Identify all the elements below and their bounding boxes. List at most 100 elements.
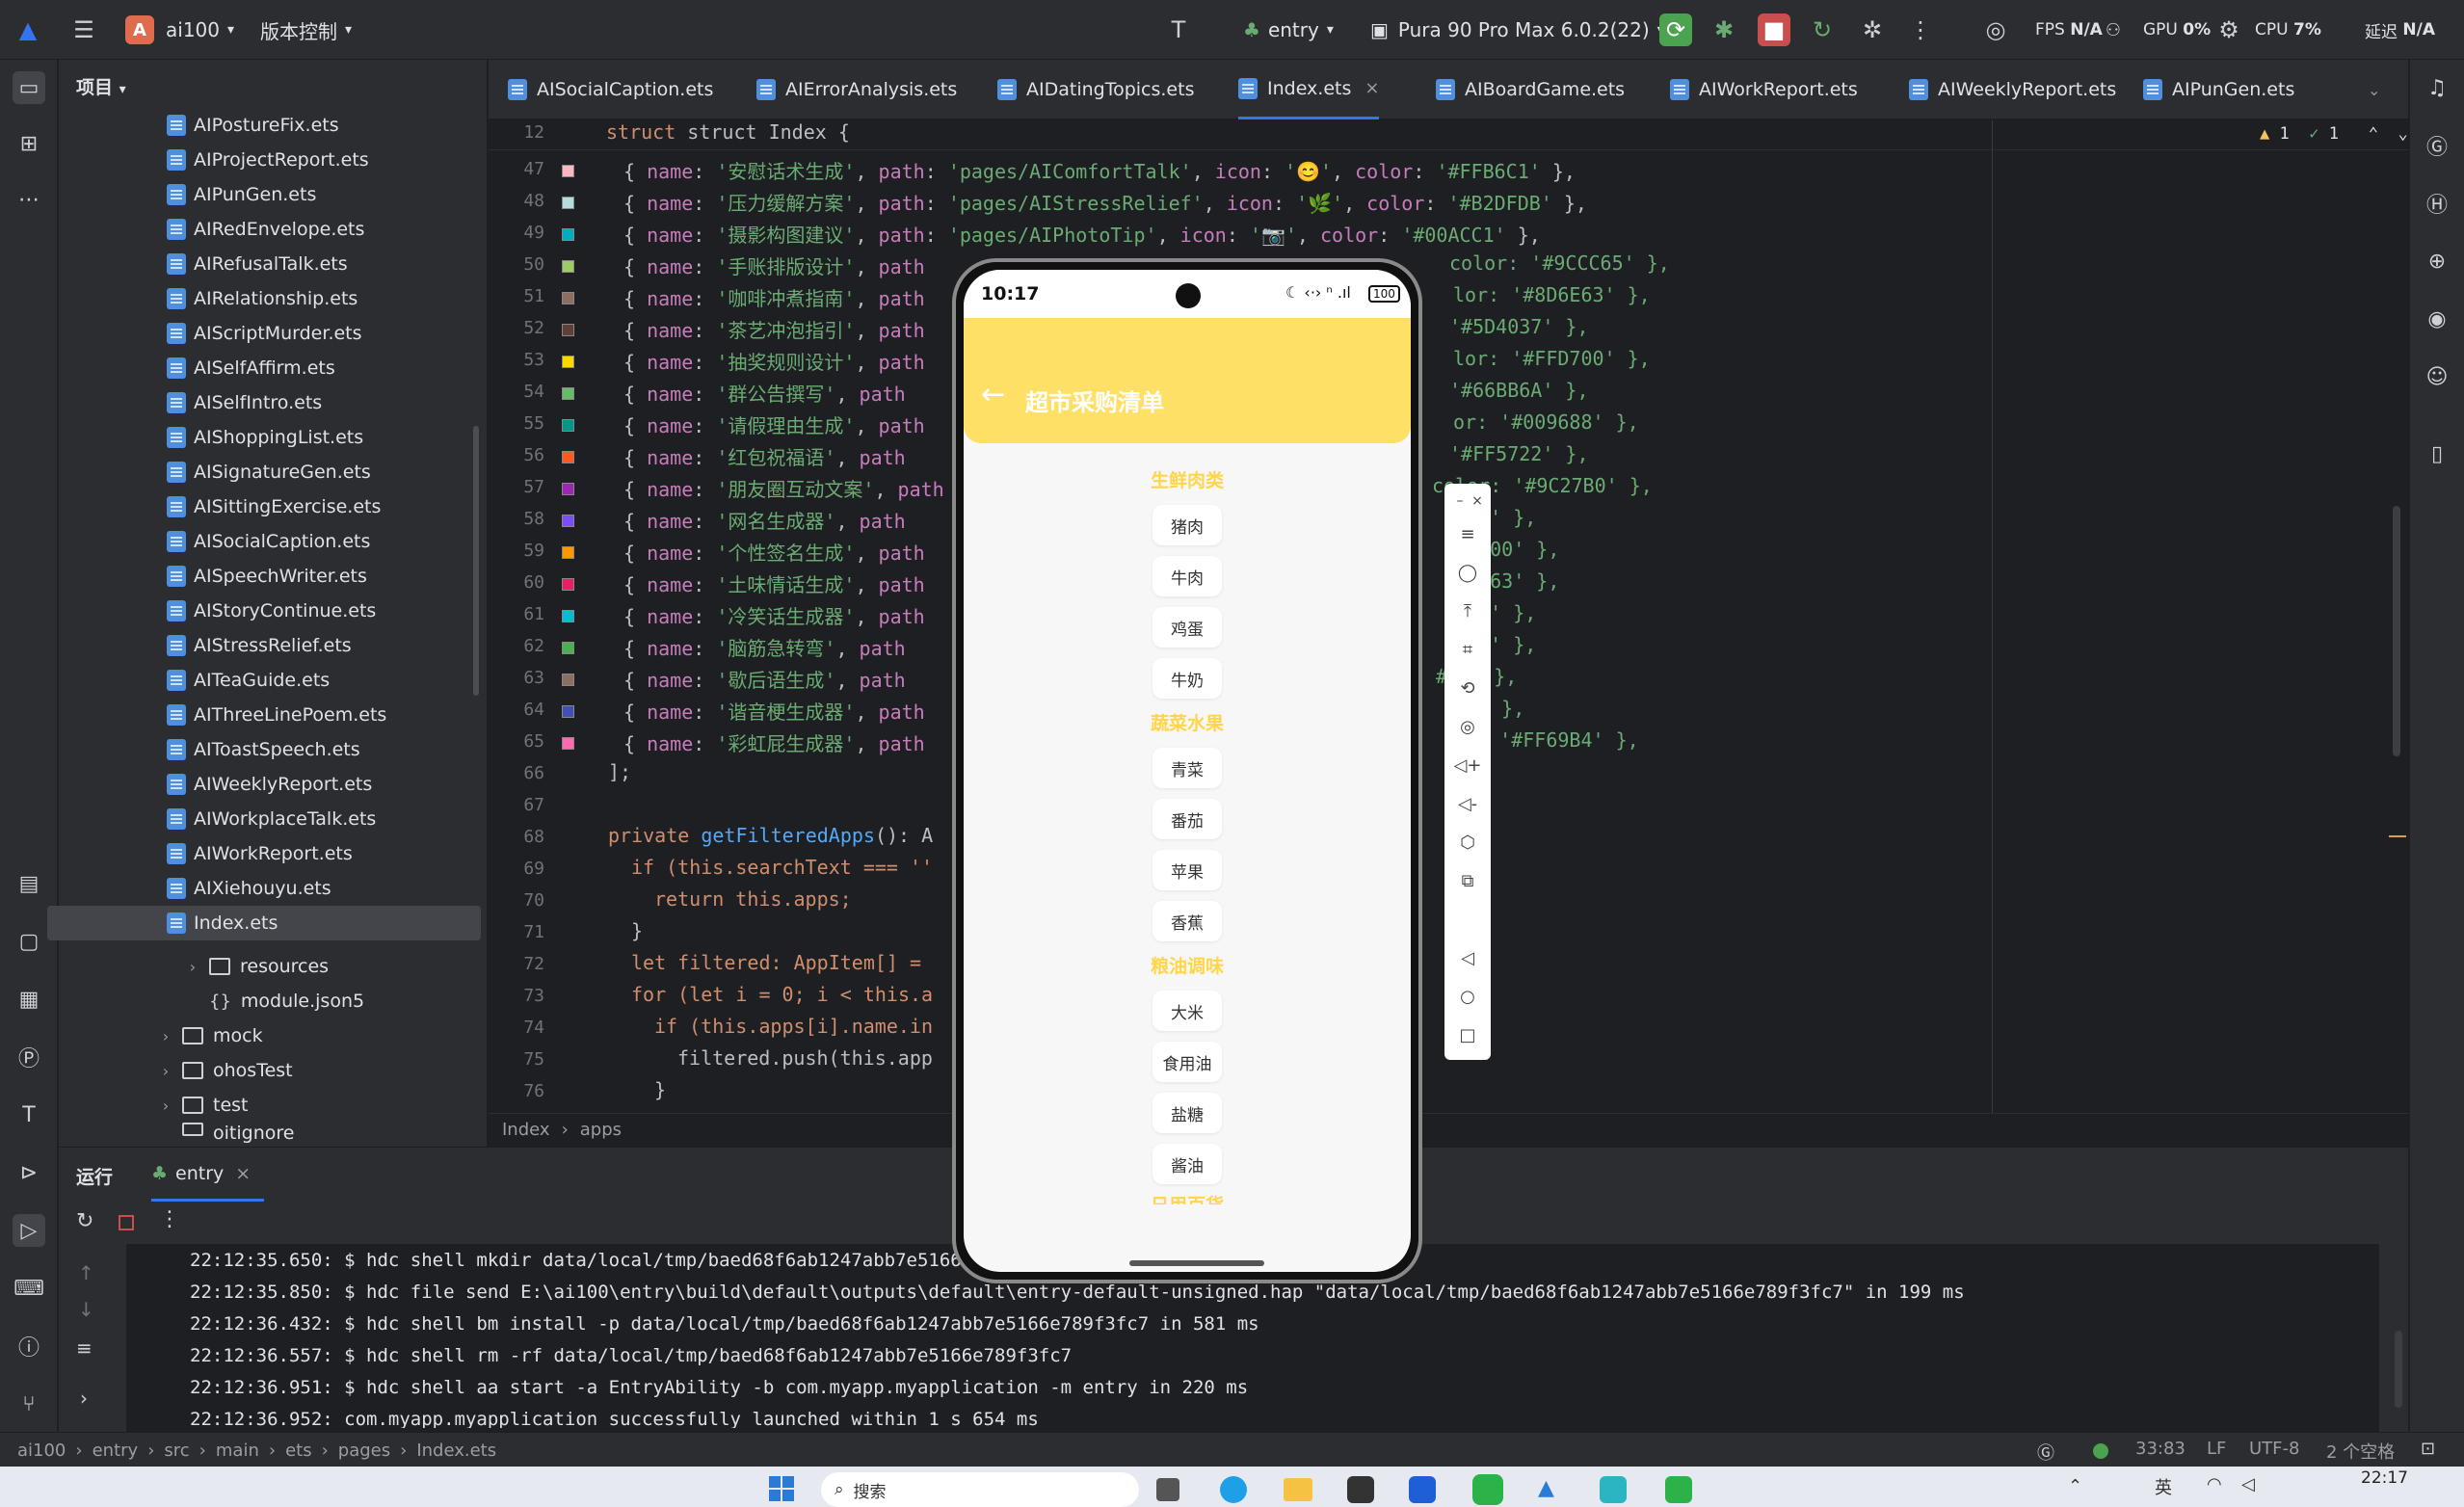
run-panel-icon[interactable]: ▷ xyxy=(13,1214,45,1247)
more-tools-icon[interactable]: ⋯ xyxy=(13,183,45,216)
status-crumb[interactable]: src xyxy=(164,1441,189,1461)
clock[interactable]: 22:17 xyxy=(2361,1468,2408,1488)
status-crumb[interactable]: main xyxy=(216,1441,259,1461)
editor-tab[interactable]: AIBoardGame.ets xyxy=(1436,60,1625,119)
fold-icon[interactable]: ⬡ xyxy=(1456,831,1479,854)
tree-file[interactable]: AISittingExercise.ets xyxy=(167,489,381,524)
arrow-up-icon[interactable]: ↑ xyxy=(78,1261,94,1284)
indent-setting[interactable]: 2 个空格 xyxy=(2326,1439,2395,1464)
list-item[interactable]: 苹果 xyxy=(1153,850,1222,890)
editor-scrollbar[interactable] xyxy=(2393,506,2400,756)
assistant-icon[interactable]: Ⓖ xyxy=(2421,129,2453,162)
tree-file[interactable]: AISelfIntro.ets xyxy=(167,385,322,420)
list-item[interactable]: 猪肉 xyxy=(1153,505,1222,545)
editor-tab[interactable]: AISocialCaption.ets xyxy=(508,60,713,119)
tree-file[interactable]: AIProjectReport.ets xyxy=(167,143,369,177)
arrow-down-icon[interactable]: ↓ xyxy=(78,1298,94,1321)
tree-file[interactable]: AIWorkplaceTalk.ets xyxy=(167,802,376,836)
explorer-icon[interactable] xyxy=(1284,1478,1312,1501)
breadcrumb-item[interactable]: apps xyxy=(580,1120,622,1140)
chevron-down-icon[interactable]: ⌄ xyxy=(2398,124,2407,144)
taskbar-app-icon[interactable] xyxy=(1665,1476,1692,1503)
menu-icon[interactable]: ≡ xyxy=(1456,522,1479,545)
home-icon[interactable]: ○ xyxy=(1456,985,1479,1008)
tabs-overflow-icon[interactable]: ⌄ xyxy=(2368,60,2380,119)
debug-icon[interactable]: ✱ xyxy=(1708,13,1740,46)
device-manager-icon[interactable]: ▢ xyxy=(13,925,45,958)
target-icon[interactable]: ◎ xyxy=(1979,13,2012,46)
color-swatch[interactable] xyxy=(562,674,574,686)
run-icon[interactable]: ⟳ xyxy=(1659,13,1692,46)
harmony-icon[interactable]: Ⓗ xyxy=(2421,187,2453,220)
close-icon[interactable]: × xyxy=(1466,489,1489,513)
status-crumb[interactable]: ai100 xyxy=(17,1441,66,1461)
soft-wrap-icon[interactable]: ≡ xyxy=(76,1336,93,1360)
volume-up-icon[interactable]: ◁+ xyxy=(1454,754,1482,777)
main-menu-icon[interactable]: ☰ xyxy=(67,13,100,46)
terminal-icon[interactable]: ⌨ xyxy=(13,1272,45,1305)
device-selector[interactable]: ▣ Pura 90 Pro Max 6.0.2(22) ▾ xyxy=(1370,0,1664,60)
location-icon[interactable]: ◎ xyxy=(1456,715,1479,738)
editor-tab[interactable]: Index.ets × xyxy=(1238,60,1380,119)
status-crumb[interactable]: Index.ets xyxy=(416,1441,496,1461)
color-swatch[interactable] xyxy=(562,260,574,273)
lock-icon[interactable]: ⊡ xyxy=(2421,1439,2435,1459)
color-swatch[interactable] xyxy=(562,228,574,241)
copilot-icon[interactable]: Ⓖ xyxy=(2037,1440,2054,1465)
editor-tab[interactable]: AIErrorAnalysis.ets xyxy=(756,60,957,119)
tree-file[interactable]: AIXiehouyu.ets xyxy=(167,871,331,906)
color-swatch[interactable] xyxy=(562,483,574,495)
editor-tab[interactable]: AIWeeklyReport.ets xyxy=(1909,60,2116,119)
power-icon[interactable]: ◯ xyxy=(1456,561,1479,584)
list-item[interactable]: 香蕉 xyxy=(1153,901,1222,941)
profiler-icon[interactable]: ✲ xyxy=(1856,13,1889,46)
tree-file[interactable]: AISelfAffirm.ets xyxy=(167,351,335,385)
deveco-icon[interactable]: ▲ xyxy=(1538,1476,1565,1503)
vscode-icon[interactable] xyxy=(1409,1476,1436,1503)
close-icon[interactable]: × xyxy=(235,1163,251,1184)
color-swatch[interactable] xyxy=(562,419,574,432)
back-arrow-icon[interactable]: ← xyxy=(981,378,1005,411)
services-icon[interactable]: ⊳ xyxy=(13,1156,45,1189)
tree-file[interactable]: AIToastSpeech.ets xyxy=(167,732,360,767)
taskbar-app-icon[interactable] xyxy=(1600,1476,1627,1503)
globe-icon[interactable]: ⊕ xyxy=(2421,245,2453,278)
edge-icon[interactable] xyxy=(1220,1476,1247,1503)
hammer-icon[interactable]: T xyxy=(13,1098,45,1131)
git-icon[interactable]: ⑂ xyxy=(13,1388,45,1420)
vcs-menu[interactable]: 版本控制 ▾ xyxy=(260,0,352,60)
color-swatch[interactable] xyxy=(562,515,574,527)
profiler-p-icon[interactable]: Ⓟ xyxy=(13,1041,45,1073)
color-swatch[interactable] xyxy=(562,705,574,718)
tree-file[interactable]: AIStressRelief.ets xyxy=(167,628,352,663)
color-swatch[interactable] xyxy=(562,546,574,559)
tree-file[interactable]: AISocialCaption.ets xyxy=(167,524,370,559)
chevron-up-icon[interactable]: ⌃ xyxy=(2068,1476,2082,1496)
list-item[interactable]: 牛奶 xyxy=(1153,658,1222,699)
wifi-icon[interactable]: ◠ xyxy=(2207,1474,2222,1494)
more-icon[interactable]: ⋮ xyxy=(1904,13,1937,46)
inspection-widget[interactable]: ▲ 1 ✓ 1 ⌃ ⌄ xyxy=(2260,124,2408,144)
tree-folder-mock[interactable]: › mock xyxy=(157,1018,263,1053)
status-crumb[interactable]: ets xyxy=(285,1441,312,1461)
status-ok-icon[interactable] xyxy=(2093,1443,2108,1459)
list-item[interactable]: 食用油 xyxy=(1153,1042,1222,1082)
notifications-icon[interactable]: ♫ xyxy=(2421,71,2453,104)
recents-icon[interactable]: □ xyxy=(1456,1023,1479,1046)
structure-icon[interactable]: ⊞ xyxy=(13,127,45,160)
color-swatch[interactable] xyxy=(562,610,574,622)
build-tool-icon[interactable]: T xyxy=(1162,13,1195,46)
project-panel-title[interactable]: 项目 ▾ xyxy=(76,73,126,99)
tree-file[interactable]: AISpeechWriter.ets xyxy=(167,559,367,594)
settings-icon[interactable]: ⚙ xyxy=(2212,13,2245,46)
taskbar-app-icon[interactable] xyxy=(1347,1476,1374,1503)
list-item[interactable]: 大米 xyxy=(1153,991,1222,1031)
screenshot-icon[interactable]: ⧉ xyxy=(1456,869,1479,892)
tree-folder-test[interactable]: › test xyxy=(157,1088,249,1123)
list-item[interactable]: 番茄 xyxy=(1153,799,1222,839)
volume-down-icon[interactable]: ◁- xyxy=(1456,792,1479,815)
volume-icon[interactable]: ◁ xyxy=(2241,1474,2255,1494)
preview-eye-icon[interactable]: ◉ xyxy=(2421,303,2453,335)
tree-scrollbar[interactable] xyxy=(473,426,479,696)
run-tab-entry[interactable]: ♣ entry × xyxy=(151,1148,265,1202)
